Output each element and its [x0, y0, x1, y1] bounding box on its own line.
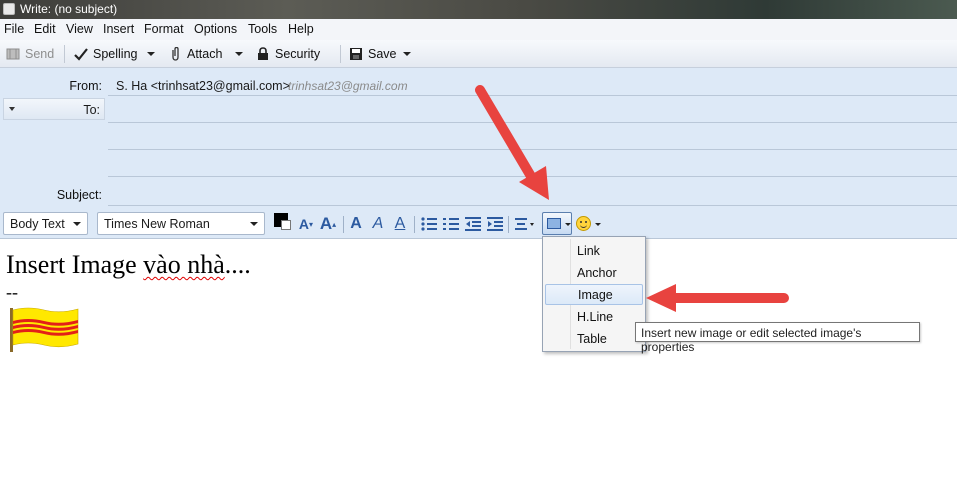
save-button[interactable]: Save: [349, 44, 397, 64]
field-divider: [108, 176, 957, 177]
toolbar-separator: [64, 45, 65, 63]
menu-item-hline[interactable]: H.Line: [545, 307, 643, 328]
lock-icon: [256, 47, 270, 61]
title-bar: Write: (no subject): [0, 0, 957, 19]
menu-help[interactable]: Help: [288, 22, 314, 36]
smiley-dropdown-arrow[interactable]: [595, 223, 601, 226]
spelling-dropdown-arrow[interactable]: [144, 45, 156, 63]
tooltip: Insert new image or edit selected image'…: [635, 322, 920, 354]
paperclip-icon: [168, 46, 182, 61]
security-button[interactable]: Security: [256, 44, 320, 64]
underline-icon[interactable]: A: [392, 214, 408, 234]
field-divider: [108, 205, 957, 206]
spelling-button[interactable]: Spelling: [74, 44, 137, 64]
menu-item-link[interactable]: Link: [545, 241, 643, 262]
send-button[interactable]: Send: [6, 44, 54, 64]
from-account: trinhsat23@gmail.com: [288, 79, 408, 93]
format-separator: [508, 216, 509, 233]
insert-dropdown-menu: Link Anchor Image H.Line Table: [542, 236, 646, 352]
menu-bar: File Edit View Insert Format Options Too…: [0, 19, 957, 40]
menu-item-table[interactable]: Table: [545, 329, 643, 350]
address-header: From: S. Ha <trinhsat23@gmail.com> trinh…: [0, 68, 957, 210]
to-input-extra[interactable]: [108, 150, 957, 176]
chevron-down-icon: [565, 223, 571, 226]
format-separator: [414, 216, 415, 233]
attach-dropdown-arrow[interactable]: [232, 45, 244, 63]
indent-icon[interactable]: [486, 214, 504, 234]
numbered-list-icon[interactable]: [442, 214, 460, 234]
to-input[interactable]: [108, 96, 957, 122]
larger-font-icon[interactable]: A ▴: [318, 214, 338, 234]
recipient-type-dropdown[interactable]: To:: [3, 98, 105, 120]
to-input-extra[interactable]: [108, 123, 957, 149]
smiley-icon[interactable]: [576, 216, 591, 231]
save-dropdown-arrow[interactable]: [400, 45, 412, 63]
menu-insert[interactable]: Insert: [103, 22, 134, 36]
chevron-down-icon: [9, 107, 15, 111]
from-field[interactable]: S. Ha <trinhsat23@gmail.com>: [116, 79, 290, 93]
body-text-line: Insert Image vào nhà....: [6, 250, 251, 279]
format-separator: [343, 216, 344, 233]
signature-separator: --: [6, 282, 18, 302]
floppy-disk-icon: [349, 47, 363, 61]
bulleted-list-icon[interactable]: [420, 214, 438, 234]
attach-button[interactable]: Attach: [168, 44, 222, 64]
paragraph-style-select[interactable]: Body Text: [3, 212, 88, 235]
misspelled-word: vào nhà: [143, 250, 225, 279]
font-family-select[interactable]: Times New Roman: [97, 212, 265, 235]
toolbar-separator: [340, 45, 341, 63]
menu-view[interactable]: View: [66, 22, 93, 36]
italic-icon[interactable]: A: [370, 214, 386, 234]
app-icon: [3, 3, 15, 15]
compose-toolbar: Send Spelling Attach Security Save: [0, 40, 957, 68]
smaller-font-icon[interactable]: A ▾: [297, 214, 315, 234]
message-body[interactable]: Insert Image vào nhà.... --: [0, 240, 957, 500]
subject-label: Subject:: [56, 188, 102, 202]
from-label: From:: [69, 79, 102, 93]
menu-edit[interactable]: Edit: [34, 22, 56, 36]
menu-format[interactable]: Format: [144, 22, 184, 36]
subject-input[interactable]: [108, 182, 957, 206]
menu-item-image[interactable]: Image: [545, 284, 643, 305]
outdent-icon[interactable]: [464, 214, 482, 234]
background-color-swatch[interactable]: [281, 220, 291, 230]
menu-options[interactable]: Options: [194, 22, 237, 36]
to-label: To:: [83, 103, 100, 117]
align-icon[interactable]: [514, 214, 536, 234]
bold-icon[interactable]: A: [348, 214, 364, 234]
menu-file[interactable]: File: [4, 22, 24, 36]
format-toolbar: Body Text Times New Roman A ▾ A ▴ A A A: [0, 210, 957, 239]
insert-object-button[interactable]: [542, 212, 572, 235]
image-icon: [547, 218, 561, 229]
flag-image: [6, 304, 82, 357]
checkmark-icon: [74, 47, 88, 61]
menu-tools[interactable]: Tools: [248, 22, 277, 36]
window-title: Write: (no subject): [20, 2, 118, 16]
menu-item-anchor[interactable]: Anchor: [545, 263, 643, 284]
send-icon: [6, 47, 20, 61]
